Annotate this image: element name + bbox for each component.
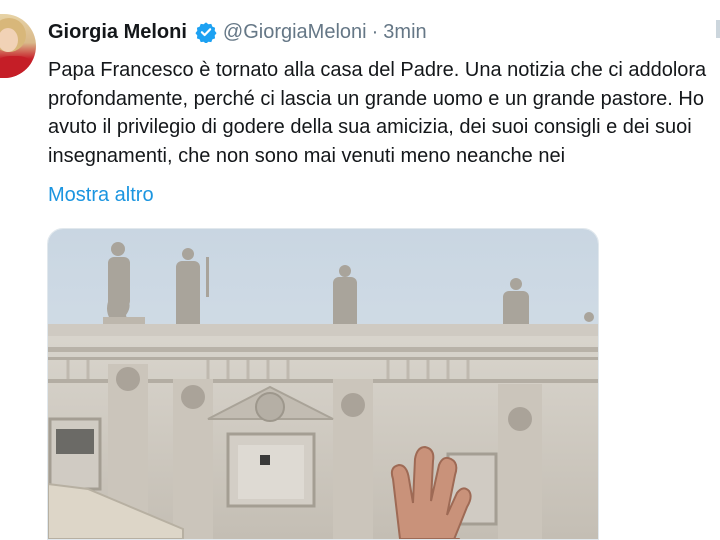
tweet-timestamp[interactable]: 3min [383, 18, 426, 46]
tweet-text-line: Papa Francesco è tornato alla casa del P… [48, 59, 707, 81]
tweet-text-line: avuto il privilegio di godere della sua … [48, 116, 692, 138]
tweet-text-line: profondamente, perché ci lascia un grand… [48, 87, 704, 110]
avatar[interactable] [0, 14, 36, 78]
tweet-text-line: insegnamenti, che non sono mai venuti me… [48, 144, 566, 167]
tweet-header: Giorgia Meloni @GiorgiaMeloni · 3min [48, 18, 427, 46]
show-more-link[interactable]: Mostra altro [48, 181, 154, 209]
menu-edge [716, 20, 720, 38]
tweet-text: Papa Francesco è tornato alla casa del P… [48, 56, 716, 170]
tweet-photo[interactable] [47, 228, 599, 540]
avatar-clothing [0, 56, 34, 78]
author-handle[interactable]: @GiorgiaMeloni [223, 18, 367, 46]
author-name[interactable]: Giorgia Meloni [48, 18, 187, 46]
verified-badge-icon [195, 21, 217, 44]
header-separator: · [371, 21, 379, 43]
